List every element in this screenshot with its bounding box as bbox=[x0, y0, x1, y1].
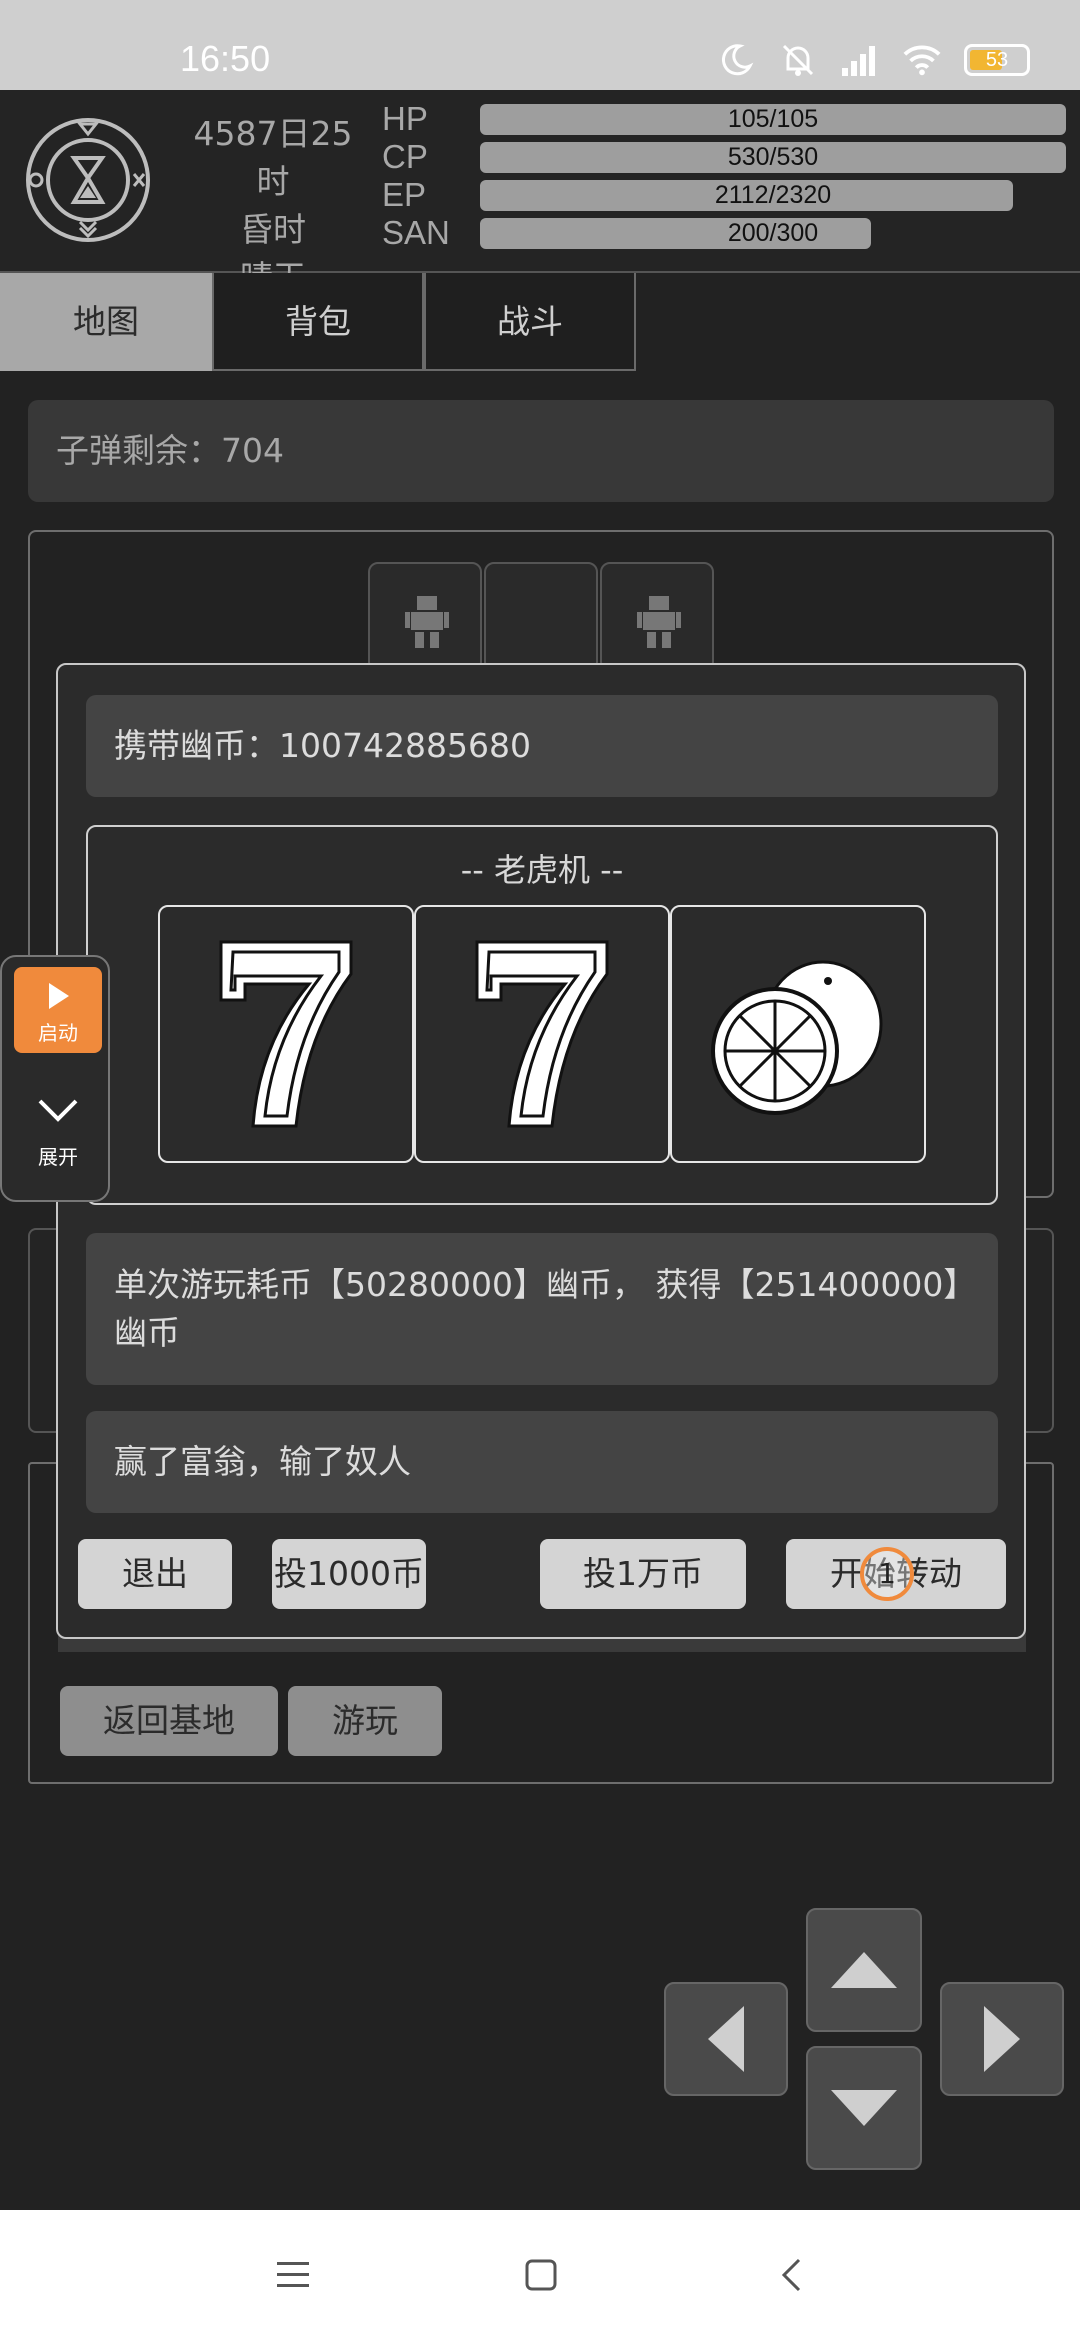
hp-value: 105/105 bbox=[727, 105, 819, 133]
slot-machine-dialog: 携带幽币：100742885680 -- 老虎机 -- 单次游玩耗币【50280… bbox=[56, 663, 1026, 1639]
robot-icon bbox=[637, 596, 681, 648]
status-bar: 16:50 53 bbox=[0, 0, 1080, 90]
start-label: 启动 bbox=[38, 1021, 78, 1045]
chevron-down-icon bbox=[38, 1099, 78, 1122]
system-nav-bar bbox=[0, 2210, 1080, 2340]
ep-value: 2112/2320 bbox=[714, 181, 832, 209]
time-period: 昏时 bbox=[240, 210, 306, 249]
expand-button[interactable]: 展开 bbox=[14, 1077, 102, 1177]
seven-symbol bbox=[475, 940, 609, 1128]
bet-1000-button[interactable]: 投1000币 bbox=[272, 1539, 426, 1609]
expand-label: 展开 bbox=[38, 1145, 78, 1169]
game-header: 4587日25时 昏时 晴天 HP CP EP SAN 105/105 530/… bbox=[0, 90, 1080, 297]
reel-2 bbox=[414, 905, 670, 1163]
robot-icon bbox=[405, 596, 449, 648]
dpad-left-button[interactable] bbox=[664, 1982, 788, 2096]
map-cell-left[interactable] bbox=[368, 562, 482, 672]
reel-3 bbox=[670, 905, 926, 1163]
bullets-remaining: 子弹剩余：704 bbox=[28, 400, 1054, 502]
arrow-left-icon bbox=[708, 2006, 744, 2072]
tab-map[interactable]: 地图 bbox=[0, 273, 212, 371]
return-base-button[interactable]: 返回基地 bbox=[60, 1686, 278, 1756]
play-icon bbox=[49, 983, 69, 1009]
status-time: 16:50 bbox=[180, 38, 271, 79]
start-button[interactable]: 启动 bbox=[14, 967, 102, 1053]
tab-backpack[interactable]: 背包 bbox=[212, 273, 424, 371]
touch-indicator: 1 bbox=[860, 1547, 914, 1601]
moon-icon bbox=[716, 40, 756, 80]
cp-bar: 530/530 bbox=[480, 142, 1066, 173]
map-cell-center[interactable] bbox=[484, 562, 598, 672]
lemon-icon bbox=[711, 960, 883, 1115]
stat-bars: 105/105 530/530 2112/2320 200/300 bbox=[480, 104, 1066, 256]
menu-icon[interactable] bbox=[268, 2250, 318, 2300]
ep-bar: 2112/2320 bbox=[480, 180, 1066, 211]
wifi-icon bbox=[902, 40, 942, 80]
slot-title: -- 老虎机 -- bbox=[460, 851, 624, 889]
stat-label-ep: EP bbox=[382, 176, 427, 213]
stat-label-hp: HP bbox=[382, 100, 428, 137]
dpad-up-button[interactable] bbox=[806, 1908, 922, 2032]
san-bar: 200/300 bbox=[480, 218, 1066, 249]
arrow-down-icon bbox=[831, 2090, 897, 2126]
stat-label-cp: CP bbox=[382, 138, 428, 175]
san-value: 200/300 bbox=[727, 219, 819, 247]
reel-1 bbox=[158, 905, 414, 1163]
main-tabs: 地图 背包 战斗 bbox=[0, 273, 636, 371]
hp-bar: 105/105 bbox=[480, 104, 1066, 135]
seven-symbol bbox=[219, 940, 353, 1128]
tab-battle[interactable]: 战斗 bbox=[424, 273, 636, 371]
back-icon[interactable] bbox=[766, 2250, 816, 2300]
coins-carried: 携带幽币：100742885680 bbox=[86, 695, 998, 797]
bet-10000-button[interactable]: 投1万币 bbox=[540, 1539, 746, 1609]
stat-label-san: SAN bbox=[382, 214, 450, 251]
slot-machine: -- 老虎机 -- bbox=[86, 825, 998, 1205]
signal-icon bbox=[840, 40, 880, 80]
date-time: 4587日25时 bbox=[193, 114, 353, 201]
dpad-down-button[interactable] bbox=[806, 2046, 922, 2170]
slot-motto: 赢了富翁，输了奴人 bbox=[86, 1411, 998, 1513]
floating-widget: 启动 展开 bbox=[0, 955, 110, 1202]
map-cell-right[interactable] bbox=[600, 562, 714, 672]
battery-icon: 53 bbox=[964, 44, 1030, 76]
cost-info: 单次游玩耗币【50280000】幽币， 获得【251400000】幽币 bbox=[86, 1233, 998, 1385]
exit-button[interactable]: 退出 bbox=[78, 1539, 232, 1609]
arrow-right-icon bbox=[984, 2006, 1020, 2072]
play-button[interactable]: 游玩 bbox=[288, 1686, 442, 1756]
hourglass-compass-icon[interactable] bbox=[24, 116, 152, 244]
cp-value: 530/530 bbox=[727, 143, 819, 171]
home-icon[interactable] bbox=[516, 2250, 566, 2300]
dpad-right-button[interactable] bbox=[940, 1982, 1064, 2096]
arrow-up-icon bbox=[831, 1952, 897, 1988]
stat-labels: HP CP EP SAN bbox=[382, 100, 450, 252]
bell-off-icon bbox=[778, 40, 818, 80]
